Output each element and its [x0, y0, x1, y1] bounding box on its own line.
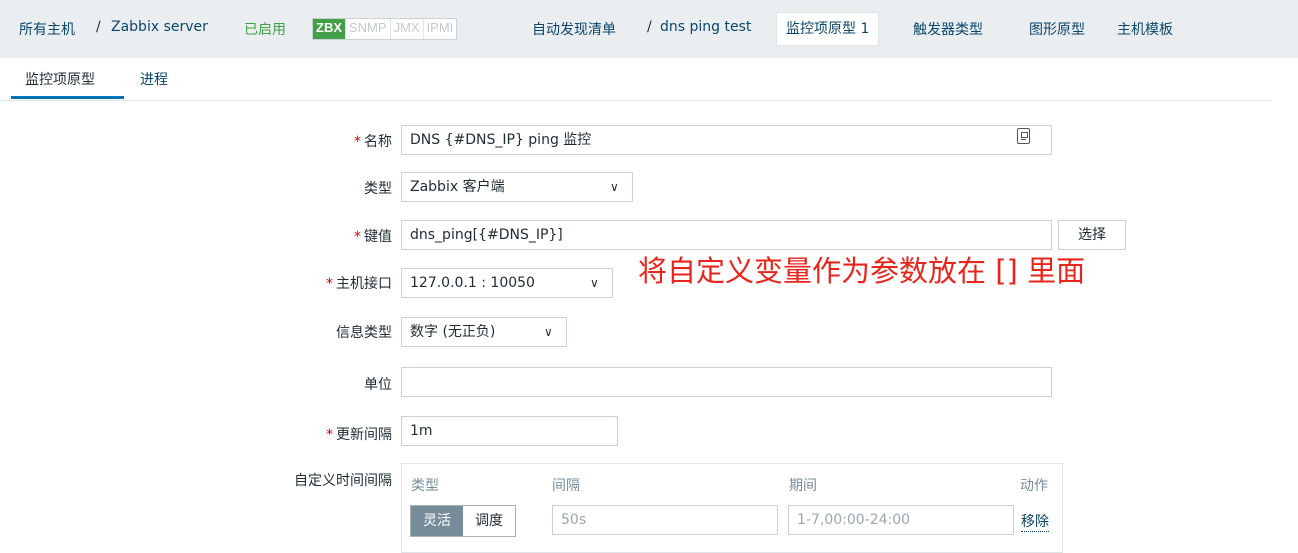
select-key-button[interactable]: 选择	[1058, 220, 1126, 250]
active-tab-indicator	[11, 96, 124, 99]
chevron-down-icon: ∨	[590, 276, 599, 290]
info-type-select[interactable]: 数字 (无正负) ∨	[401, 317, 567, 347]
column-type: 类型	[411, 478, 439, 494]
chevron-down-icon: ∨	[544, 325, 553, 339]
annotation-text: 将自定义变量作为参数放在 [] 里面	[638, 254, 1086, 288]
breadcrumb-rule[interactable]: dns ping test	[660, 19, 751, 35]
interval-mode-toggle: 灵活 调度	[410, 505, 516, 537]
update-interval-label: * 更新间隔	[326, 427, 392, 443]
tab-item-prototypes[interactable]: 监控项原型 1	[776, 12, 880, 46]
form-tabs: 监控项原型 进程	[0, 58, 1272, 101]
update-interval-input[interactable]: 1m	[401, 416, 618, 446]
mode-scheduling-button[interactable]: 调度	[463, 506, 515, 536]
type-label: 类型	[364, 181, 392, 197]
breadcrumb-all-hosts[interactable]: 所有主机	[19, 19, 75, 39]
breadcrumb-separator: /	[96, 19, 101, 35]
custom-period-input[interactable]: 1-7,00:00-24:00	[788, 505, 1014, 535]
breadcrumb-bar: 所有主机 / Zabbix server 已启用 ZBX SNMP JMX IP…	[0, 0, 1298, 58]
column-interval: 间隔	[552, 478, 580, 494]
interface-select-value: 127.0.0.1 : 10050	[410, 275, 535, 291]
badge-ipmi: IPMI	[426, 20, 454, 35]
remove-interval-link[interactable]: 移除	[1021, 511, 1049, 532]
subtab-item-prototype[interactable]: 监控项原型	[25, 69, 95, 89]
badge-jmx: JMX	[391, 19, 424, 39]
tab-graph-prototypes[interactable]: 图形原型	[1029, 19, 1085, 39]
badge-snmp: SNMP	[346, 19, 391, 39]
subtab-preprocessing[interactable]: 进程	[140, 69, 168, 89]
name-input[interactable]: DNS {#DNS_IP} ping 监控	[401, 125, 1052, 155]
macro-icon[interactable]	[1017, 128, 1030, 144]
custom-intervals-label: 自定义时间间隔	[294, 473, 392, 489]
tab-trigger-types[interactable]: 触发器类型	[913, 19, 983, 39]
info-type-select-value: 数字 (无正负)	[410, 324, 496, 340]
breadcrumb-discovery-list[interactable]: 自动发现清单	[532, 19, 616, 39]
host-status-enabled[interactable]: 已启用	[244, 19, 286, 39]
custom-interval-input[interactable]: 50s	[552, 505, 778, 535]
units-label: 单位	[364, 377, 392, 393]
chevron-down-icon: ∨	[610, 180, 619, 194]
column-action: 动作	[1020, 478, 1048, 494]
mode-flexible-button[interactable]: 灵活	[411, 506, 463, 536]
units-input[interactable]	[401, 367, 1052, 397]
breadcrumb-host[interactable]: Zabbix server	[111, 19, 208, 35]
breadcrumb-separator-2: /	[647, 19, 652, 35]
name-label: * 名称	[354, 134, 392, 150]
type-select[interactable]: Zabbix 客户端 ∨	[401, 172, 633, 202]
key-input[interactable]: dns_ping[{#DNS_IP}]	[401, 220, 1052, 250]
column-period: 期间	[789, 478, 817, 494]
interface-label: * 主机接口	[326, 276, 392, 292]
info-type-label: 信息类型	[336, 325, 392, 341]
type-select-value: Zabbix 客户端	[410, 179, 505, 195]
availability-badges: ZBX SNMP JMX IPMI	[312, 18, 458, 40]
key-label: * 键值	[354, 229, 392, 245]
tab-host-templates[interactable]: 主机模板	[1117, 19, 1173, 39]
interface-select[interactable]: 127.0.0.1 : 10050 ∨	[401, 268, 613, 298]
badge-zbx: ZBX	[313, 19, 346, 39]
